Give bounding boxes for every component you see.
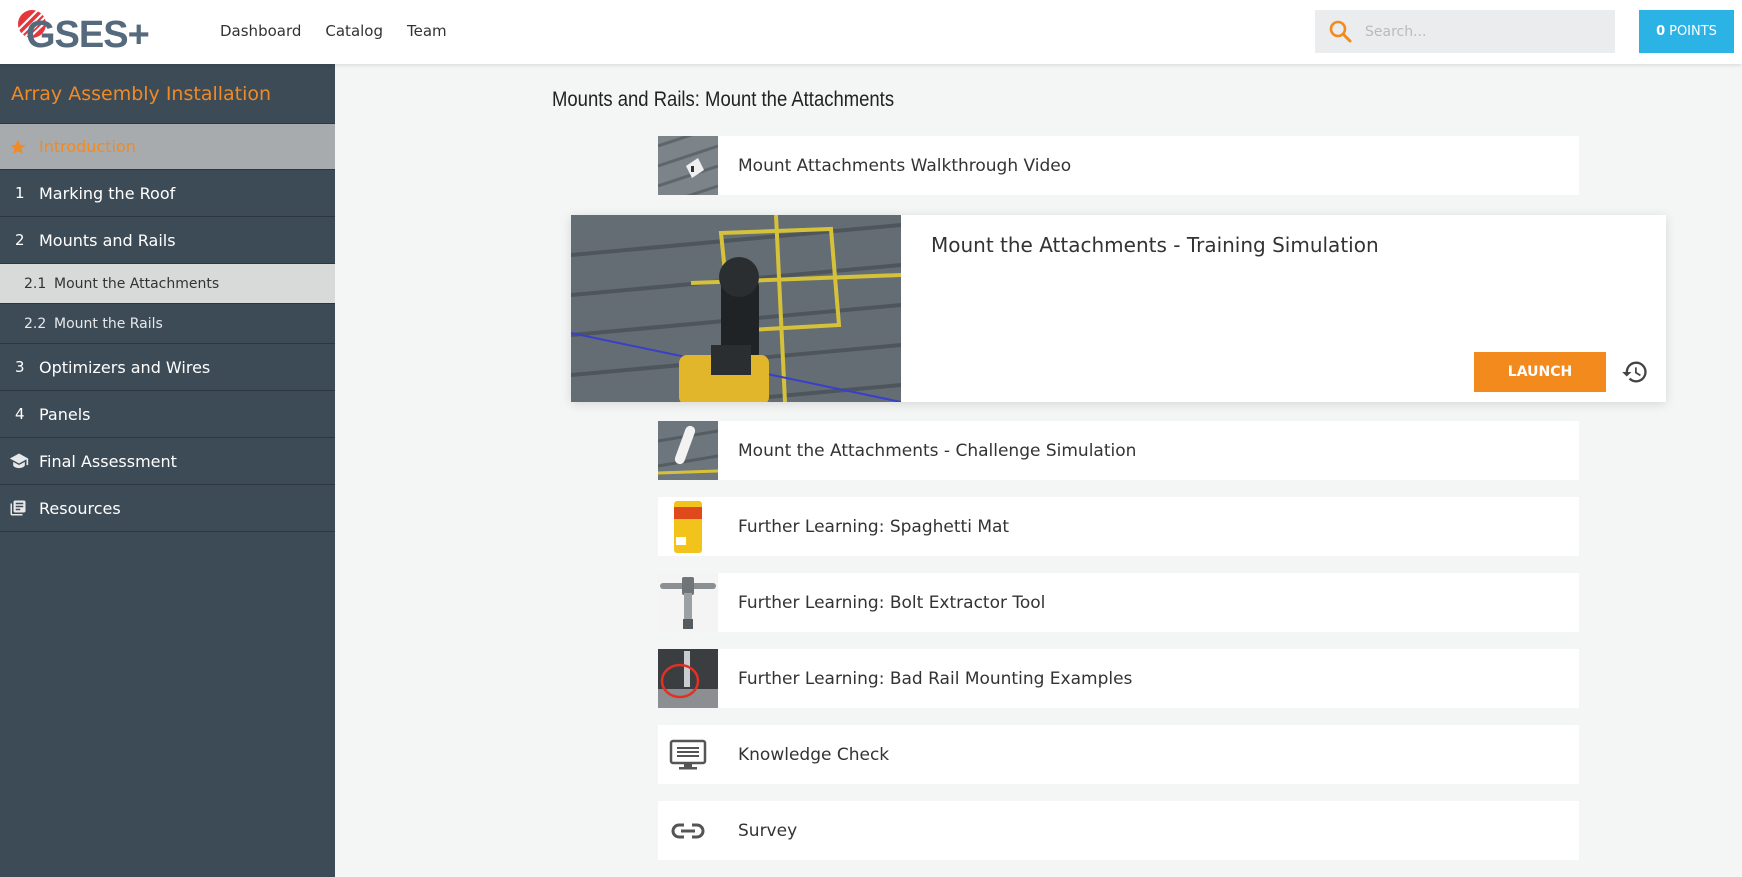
gses-logo[interactable]: GSES+ bbox=[14, 8, 164, 56]
course-title: Array Assembly Installation bbox=[0, 64, 335, 124]
points-button[interactable]: 0 POINTS bbox=[1639, 10, 1734, 53]
search-icon[interactable] bbox=[1327, 18, 1355, 46]
sidebar-item-label: Mount the Rails bbox=[54, 315, 163, 332]
sidebar-item-label: Mount the Attachments bbox=[54, 275, 220, 292]
points-value: 0 bbox=[1656, 24, 1666, 39]
activity-label: Further Learning: Bolt Extractor Tool bbox=[738, 592, 1046, 613]
logo-text: GSES+ bbox=[26, 14, 150, 56]
sidebar-item-label: Mounts and Rails bbox=[39, 230, 176, 250]
featured-activity-training-simulation: Mount the Attachments - Training Simulat… bbox=[571, 215, 1666, 402]
sidebar-item-number: 2 bbox=[15, 231, 25, 249]
nav-team[interactable]: Team bbox=[407, 22, 447, 40]
activity-thumbnail bbox=[658, 421, 718, 480]
sidebar-item-label: Marking the Roof bbox=[39, 183, 176, 203]
sidebar-item-number: 3 bbox=[15, 358, 25, 376]
top-bar: GSES+ Dashboard Catalog Team 0 POINTS bbox=[0, 0, 1742, 64]
activity-thumbnail bbox=[658, 649, 718, 708]
activity-label: Knowledge Check bbox=[738, 744, 890, 765]
section-title: Mounts and Rails: Mount the Attachments bbox=[552, 88, 895, 111]
activity-spaghetti-mat[interactable]: Further Learning: Spaghetti Mat bbox=[658, 497, 1579, 556]
library-books-icon bbox=[0, 499, 39, 517]
star-icon bbox=[0, 138, 39, 156]
link-icon bbox=[658, 801, 718, 860]
activity-label: Further Learning: Spaghetti Mat bbox=[738, 516, 1010, 537]
activity-bad-rail-mounting-examples[interactable]: Further Learning: Bad Rail Mounting Exam… bbox=[658, 649, 1579, 708]
sidebar-item-number: 2.1 bbox=[24, 275, 47, 292]
launch-button[interactable]: LAUNCH bbox=[1474, 352, 1606, 392]
activity-thumbnail bbox=[658, 136, 718, 195]
activity-bolt-extractor-tool[interactable]: Further Learning: Bolt Extractor Tool bbox=[658, 573, 1579, 632]
monitor-list-icon bbox=[658, 725, 718, 784]
history-icon[interactable] bbox=[1621, 358, 1649, 386]
sidebar-item-label: Optimizers and Wires bbox=[39, 357, 211, 377]
activity-knowledge-check[interactable]: Knowledge Check bbox=[658, 725, 1579, 784]
sidebar-item-label: Resources bbox=[39, 498, 121, 518]
sidebar-item-final-assessment[interactable]: Final Assessment bbox=[0, 438, 335, 485]
graduation-cap-icon bbox=[0, 452, 39, 470]
sidebar-item-resources[interactable]: Resources bbox=[0, 485, 335, 532]
sidebar-subitem-mount-the-rails[interactable]: 2.2 Mount the Rails bbox=[0, 304, 335, 344]
sidebar-item-introduction[interactable]: Introduction bbox=[0, 124, 335, 170]
sidebar-subitem-mount-the-attachments[interactable]: 2.1 Mount the Attachments bbox=[0, 264, 335, 304]
sidebar-item-mounts-and-rails[interactable]: 2 Mounts and Rails bbox=[0, 217, 335, 264]
main-nav: Dashboard Catalog Team bbox=[220, 22, 447, 40]
activity-thumbnail bbox=[658, 573, 718, 632]
sidebar-item-label: Panels bbox=[39, 404, 91, 424]
points-label: POINTS bbox=[1669, 24, 1717, 39]
sidebar-item-number: 4 bbox=[15, 405, 25, 423]
activity-label: Further Learning: Bad Rail Mounting Exam… bbox=[738, 668, 1133, 689]
activity-walkthrough-video[interactable]: Mount Attachments Walkthrough Video bbox=[658, 136, 1579, 195]
sidebar-item-panels[interactable]: 4 Panels bbox=[0, 391, 335, 438]
activity-label: Mount the Attachments - Challenge Simula… bbox=[738, 440, 1137, 461]
nav-catalog[interactable]: Catalog bbox=[325, 22, 383, 40]
featured-title: Mount the Attachments - Training Simulat… bbox=[931, 233, 1379, 257]
activity-label: Survey bbox=[738, 820, 798, 841]
search-input[interactable] bbox=[1365, 23, 1605, 40]
activity-challenge-simulation[interactable]: Mount the Attachments - Challenge Simula… bbox=[658, 421, 1579, 480]
sidebar-item-label: Introduction bbox=[39, 137, 136, 156]
search-box bbox=[1315, 10, 1615, 53]
activity-label: Mount Attachments Walkthrough Video bbox=[738, 155, 1072, 176]
activity-thumbnail bbox=[658, 497, 718, 556]
sidebar-item-marking-the-roof[interactable]: 1 Marking the Roof bbox=[0, 170, 335, 217]
nav-dashboard[interactable]: Dashboard bbox=[220, 22, 301, 40]
activity-survey[interactable]: Survey bbox=[658, 801, 1579, 860]
sidebar-item-number: 1 bbox=[15, 184, 25, 202]
sidebar-item-optimizers-and-wires[interactable]: 3 Optimizers and Wires bbox=[0, 344, 335, 391]
sidebar-item-number: 2.2 bbox=[24, 315, 47, 332]
course-sidebar: Array Assembly Installation Introduction… bbox=[0, 64, 335, 877]
sidebar-item-label: Final Assessment bbox=[39, 451, 177, 471]
featured-thumbnail bbox=[571, 215, 901, 402]
